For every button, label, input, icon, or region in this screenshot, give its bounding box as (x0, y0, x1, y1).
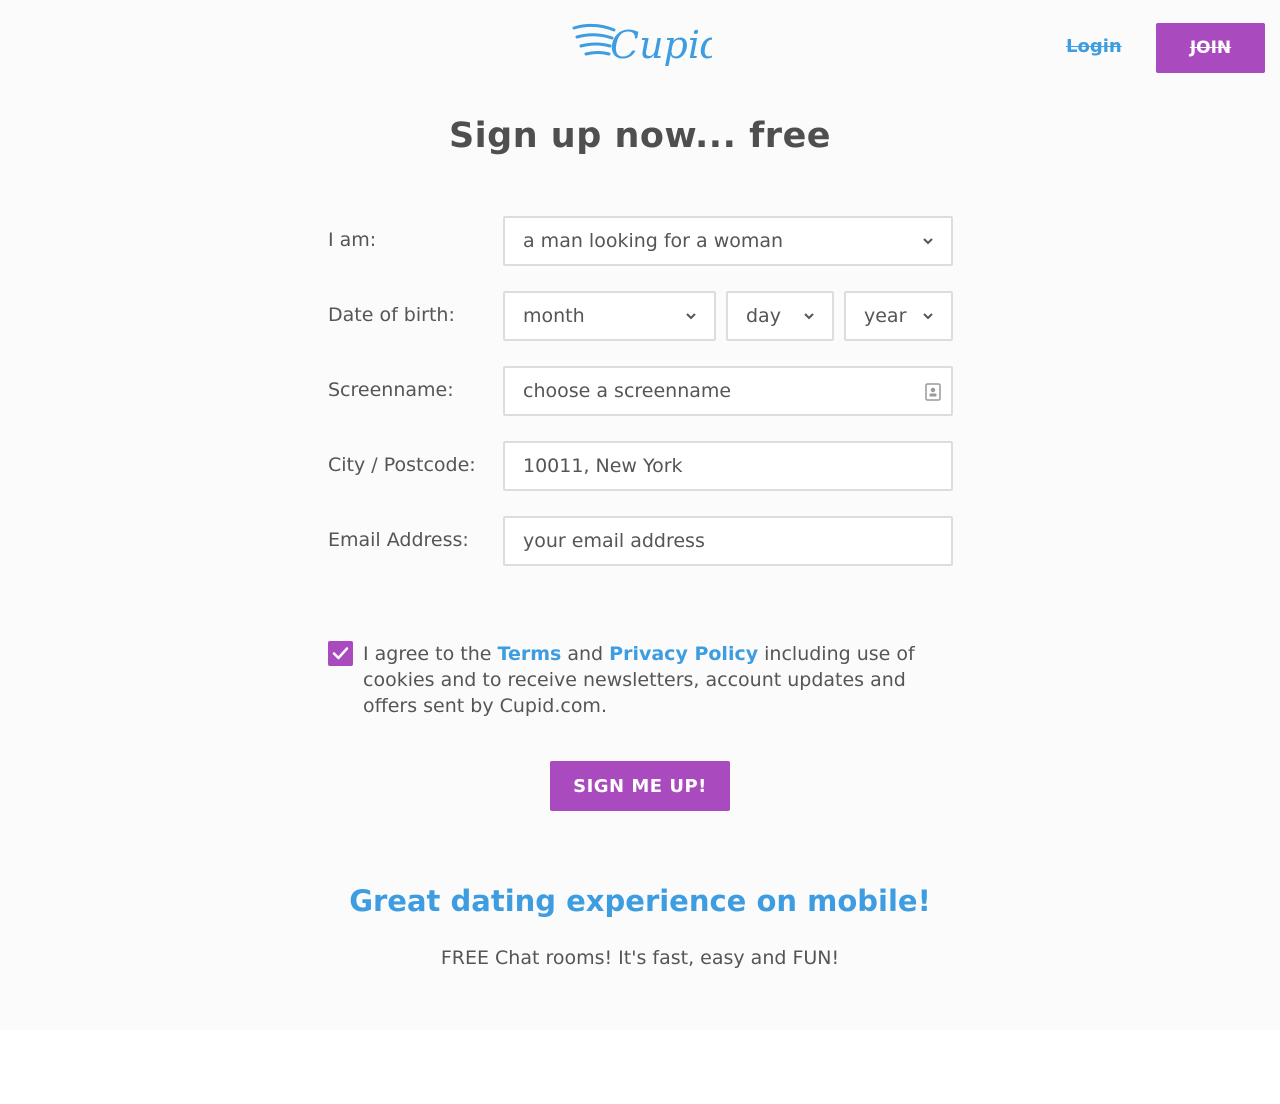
dob-row: Date of birth: month day year (328, 291, 953, 341)
city-label: City / Postcode: (328, 454, 476, 476)
consent-text-part: I agree to the (363, 643, 492, 665)
contact-card-icon (925, 383, 941, 401)
screenname-input[interactable] (523, 369, 903, 413)
iam-select[interactable]: a man looking for a woman (503, 216, 953, 266)
iam-value: a man looking for a woman (523, 230, 784, 252)
screenname-row: Screenname: (328, 366, 953, 416)
promo-title: Great dating experience on mobile! (349, 884, 931, 918)
checkmark-icon (332, 647, 349, 660)
chevron-down-icon (804, 313, 814, 320)
page-title: Sign up now... free (448, 116, 832, 156)
privacy-policy-link[interactable]: Privacy Policy (609, 643, 758, 665)
day-value: day (746, 305, 781, 327)
email-label: Email Address: (328, 529, 469, 551)
email-input[interactable] (523, 519, 903, 563)
logo-text: Cupid (610, 23, 712, 67)
screenname-label: Screenname: (328, 379, 454, 401)
chevron-down-icon (923, 238, 933, 245)
consent-checkbox[interactable] (328, 641, 353, 666)
email-field (503, 516, 953, 566)
month-select[interactable]: month (503, 291, 716, 341)
sign-me-up-button[interactable]: SIGN ME UP! (550, 761, 730, 811)
cupid-logo[interactable]: Cupid (572, 16, 724, 76)
day-select[interactable]: day (726, 291, 834, 341)
login-link[interactable]: Login (1066, 36, 1122, 57)
screenname-field (503, 366, 953, 416)
consent-text: I agree to the Terms and Privacy Policy … (363, 641, 963, 719)
city-row: City / Postcode: (328, 441, 953, 491)
month-value: month (523, 305, 585, 327)
dob-label: Date of birth: (328, 304, 455, 326)
year-value: year (864, 305, 907, 327)
iam-row: I am: a man looking for a woman (328, 216, 953, 266)
promo-subtitle: FREE Chat rooms! It's fast, easy and FUN… (440, 947, 840, 969)
chevron-down-icon (923, 313, 933, 320)
consent-text-part: and (567, 643, 604, 665)
city-input[interactable] (523, 444, 903, 488)
chevron-down-icon (686, 313, 696, 320)
email-row: Email Address: (328, 516, 953, 566)
city-field (503, 441, 953, 491)
terms-link[interactable]: Terms (498, 643, 562, 665)
join-button[interactable]: JOIN (1156, 23, 1265, 73)
iam-label: I am: (328, 229, 377, 251)
year-select[interactable]: year (844, 291, 953, 341)
cupid-wings-logo-icon: Cupid (572, 23, 724, 67)
